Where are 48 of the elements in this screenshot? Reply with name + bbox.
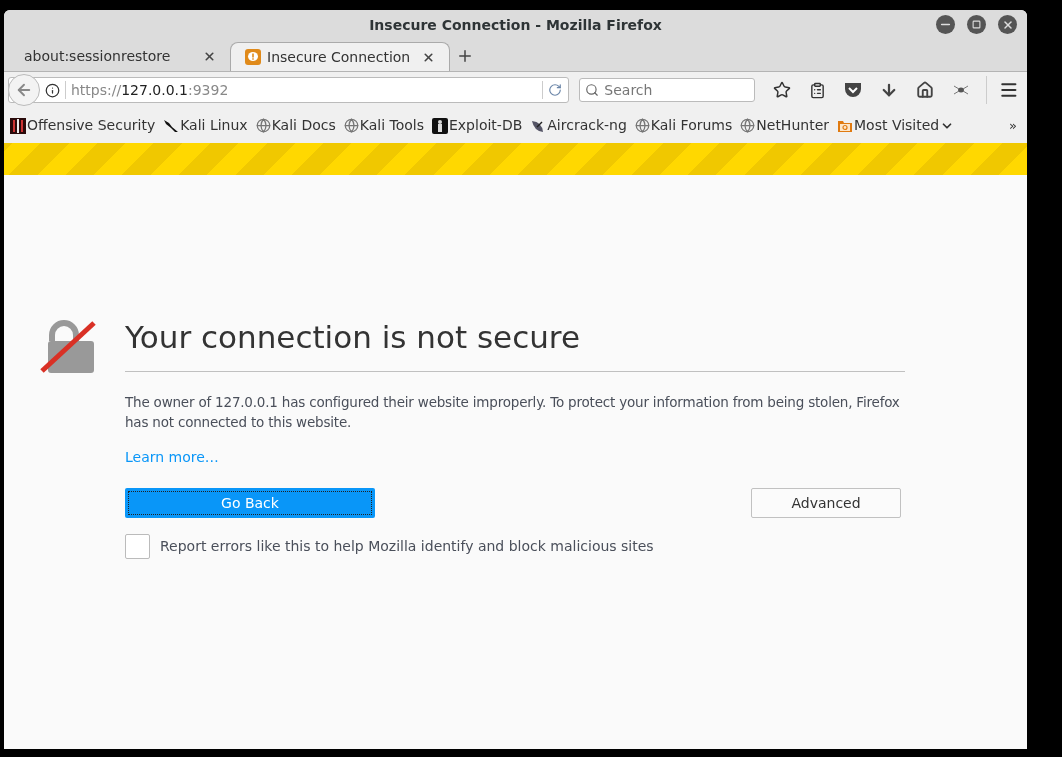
report-checkbox[interactable]	[125, 534, 150, 559]
search-icon	[585, 83, 600, 97]
tab-label: Insecure Connection	[267, 47, 412, 67]
bookmark-item[interactable]: Offensive Security	[10, 115, 156, 136]
reading-list-icon[interactable]	[809, 81, 827, 99]
close-icon	[1001, 18, 1014, 31]
back-button[interactable]	[8, 74, 40, 106]
bookmark-item[interactable]: Most Visited	[837, 115, 955, 136]
bookmark-item[interactable]: NetHunter	[740, 115, 829, 136]
error-title: Your connection is not secure	[125, 317, 905, 372]
home-icon[interactable]	[916, 81, 935, 99]
globe-icon	[740, 118, 756, 133]
tab-label: about:sessionrestore	[24, 47, 172, 66]
square-icon	[972, 20, 981, 29]
bookmark-item[interactable]: Kali Tools	[343, 115, 424, 136]
new-tab-icon[interactable]	[456, 47, 474, 65]
broken-lock-icon	[40, 319, 96, 375]
browser-tab[interactable]: Insecure Connection	[230, 42, 450, 71]
url-bar[interactable]: https://127.0.0.1:9392	[8, 77, 570, 103]
window-title: Insecure Connection - Mozilla Firefox	[369, 15, 662, 35]
info-icon[interactable]	[45, 82, 60, 98]
globe-icon	[343, 118, 359, 133]
spider-icon[interactable]	[952, 83, 971, 97]
close-button[interactable]	[998, 15, 1017, 34]
globe-icon	[255, 118, 271, 133]
menu-icon[interactable]	[999, 80, 1019, 100]
bookmark-item[interactable]: Kali Docs	[255, 115, 336, 136]
maximize-button[interactable]	[967, 15, 986, 34]
reload-icon[interactable]	[548, 83, 563, 97]
bookmark-item[interactable]: Kali Linux	[163, 115, 248, 136]
bookmark-item[interactable]: Exploit-DB	[432, 115, 523, 136]
exploit-db-icon	[432, 117, 448, 134]
globe-icon	[634, 118, 650, 133]
advanced-button[interactable]: Advanced	[751, 488, 901, 518]
bookmark-item[interactable]: Kali Forums	[634, 115, 733, 136]
bookmark-star-icon[interactable]	[773, 81, 792, 99]
pocket-icon[interactable]	[844, 82, 863, 98]
bookmark-item[interactable]: Aircrack-ng	[530, 115, 627, 136]
close-tab-icon[interactable]	[203, 50, 216, 63]
search-field[interactable]: Search	[579, 78, 756, 102]
more-bookmarks-button[interactable]: »	[1009, 115, 1017, 136]
url-text: https://127.0.0.1:9392	[71, 80, 230, 100]
report-label: Report errors like this to help Mozilla identify and block malicious sites	[160, 537, 654, 556]
error-message: The owner of 127.0.0.1 has configured their website improperly. To protect your information from being stolen, Firefox has not connected to this website.	[125, 393, 901, 432]
close-tab-icon[interactable]	[422, 50, 435, 64]
minimize-button[interactable]	[936, 15, 955, 34]
offsec-icon	[10, 117, 26, 134]
browser-tab[interactable]: about:sessionrestore	[10, 42, 230, 71]
